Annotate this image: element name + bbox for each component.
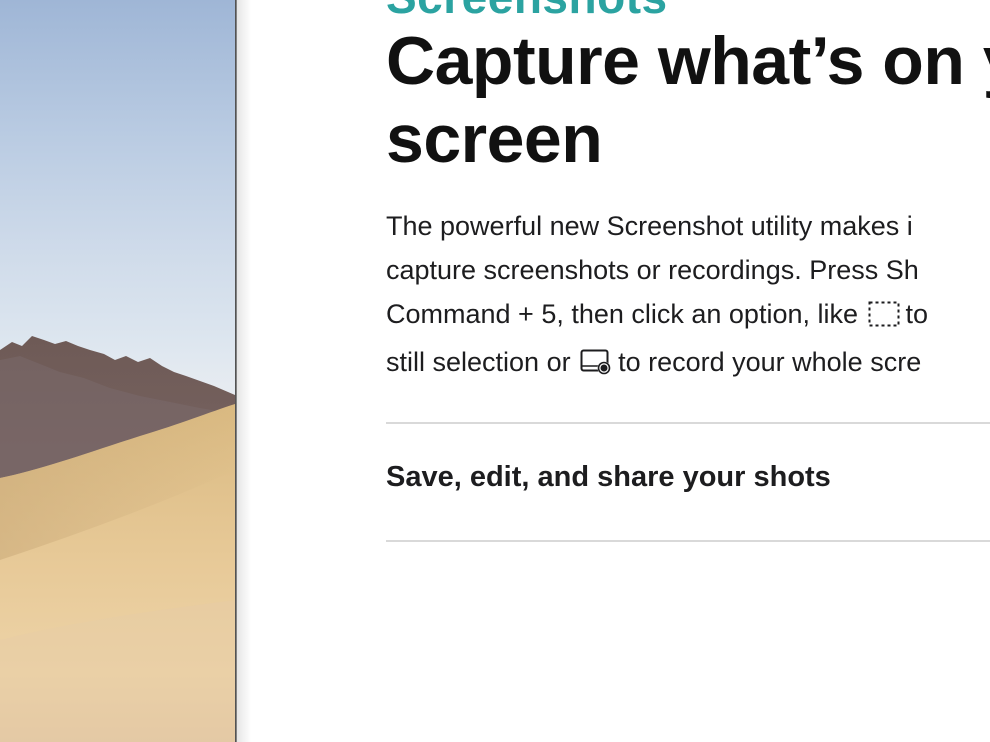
divider-top (386, 422, 990, 424)
mojave-desert-illustration (0, 336, 235, 742)
description-line-2: capture screenshots or recordings. Press… (386, 255, 919, 285)
title-line-1: Capture what’s on y (386, 23, 990, 99)
divider-bottom (386, 540, 990, 542)
description-line-4a: still selection or (386, 347, 579, 377)
wallpaper-edge-shadow (237, 0, 251, 742)
section-eyebrow: Screenshots (386, 0, 668, 24)
desert-wallpaper-image (0, 0, 235, 742)
description-line-3b: to (905, 299, 929, 329)
accordion-item-save-edit-share[interactable]: Save, edit, and share your shots (386, 461, 831, 494)
description-line-1: The powerful new Screenshot utility make… (386, 211, 913, 241)
feature-content: Screenshots Capture what’s on y screen T… (386, 0, 990, 742)
dashed-selection-icon (868, 296, 900, 340)
feature-description: The powerful new Screenshot utility make… (386, 204, 990, 388)
description-line-3a: Command + 5, then click an option, like (386, 299, 866, 329)
title-line-2: screen (386, 101, 603, 177)
page-title: Capture what’s on y screen (386, 22, 990, 178)
record-screen-icon (580, 344, 612, 388)
description-line-4b: to record your whole scre (618, 347, 922, 377)
